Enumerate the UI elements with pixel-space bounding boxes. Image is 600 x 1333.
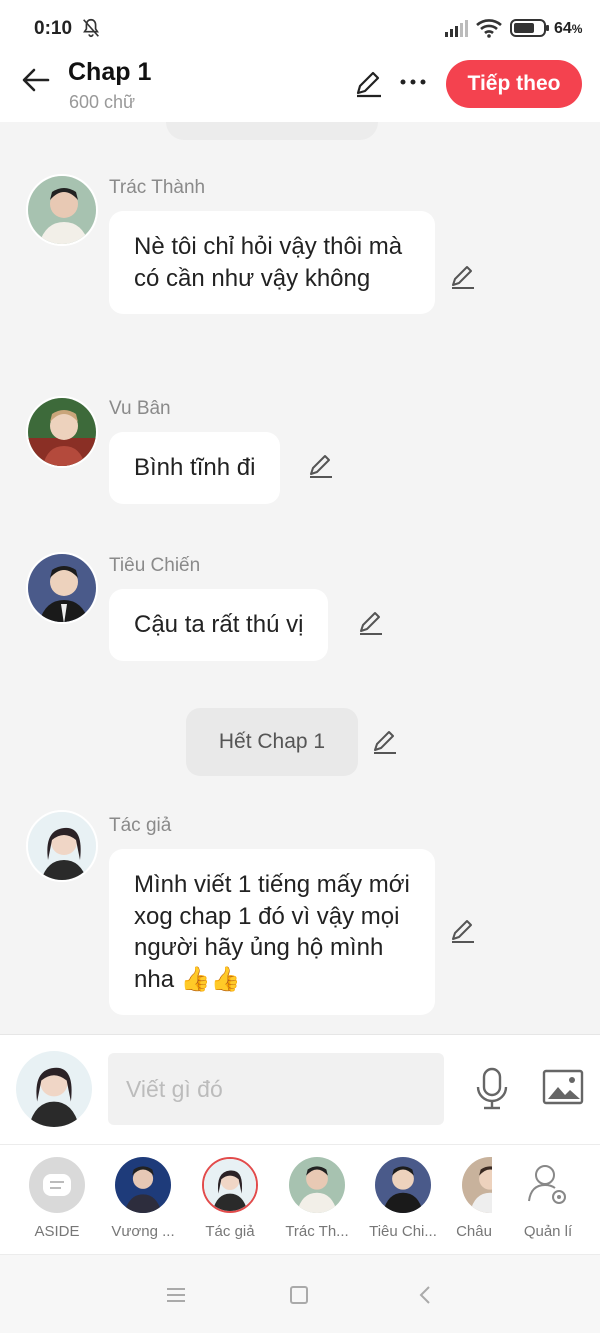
more-options-icon[interactable] — [398, 70, 428, 94]
character-manage[interactable]: Quản lí — [511, 1157, 585, 1240]
edit-message-icon[interactable] — [448, 262, 478, 292]
next-chapter-button[interactable]: Tiếp theo — [446, 60, 582, 108]
status-bar: 0:10 64% — [0, 0, 600, 56]
avatar — [202, 1157, 258, 1213]
character-chau[interactable]: Châu — [437, 1157, 511, 1240]
edit-message-icon[interactable] — [370, 727, 400, 757]
avatar — [115, 1157, 171, 1213]
character-label: ASIDE — [34, 1223, 80, 1240]
current-character-avatar[interactable] — [16, 1051, 92, 1127]
speaker-name: Tác giả — [109, 815, 172, 836]
bell-off-icon — [83, 18, 99, 38]
wifi-icon — [476, 19, 502, 38]
previous-message-stub — [166, 122, 378, 140]
nav-back-icon[interactable] — [418, 1285, 432, 1305]
signal-icon — [445, 20, 468, 37]
character-label: Quản lí — [523, 1223, 573, 1240]
character-author[interactable]: Tác giả — [193, 1157, 267, 1240]
chat-area: Trác Thành Nè tôi chỉ hỏi vậy thôi mà có… — [0, 122, 600, 1034]
back-arrow-icon[interactable] — [20, 64, 52, 96]
avatar[interactable] — [26, 396, 98, 468]
speaker-name: Trác Thành — [109, 177, 206, 198]
character-aside[interactable]: ASIDE — [20, 1157, 94, 1240]
word-count: 600 chữ — [69, 92, 136, 112]
character-label: Tiêu Chi... — [369, 1223, 437, 1240]
home-icon[interactable] — [290, 1286, 308, 1304]
aside-chat-icon — [29, 1157, 85, 1213]
battery-percent: 64% — [554, 20, 583, 37]
chapter-title: Chap 1 — [68, 58, 152, 86]
microphone-icon[interactable] — [474, 1067, 510, 1111]
header: Chap 1 600 chữ Tiếp theo — [0, 56, 600, 122]
message-bubble[interactable]: Bình tĩnh đi — [109, 432, 281, 504]
character-selector: ASIDE Vương ... Tác giả Trác Th... Tiêu … — [0, 1144, 600, 1254]
edit-message-icon[interactable] — [448, 916, 478, 946]
character-tieu-chien[interactable]: Tiêu Chi... — [366, 1157, 440, 1240]
avatar[interactable] — [26, 810, 98, 882]
message-bubble[interactable]: Mình viết 1 tiếng mấy mới xog chap 1 đó … — [109, 849, 435, 1015]
message-input[interactable] — [108, 1053, 444, 1125]
speaker-name: Tiêu Chiến — [109, 555, 201, 576]
system-nav-bar — [0, 1254, 600, 1333]
avatar — [289, 1157, 345, 1213]
recent-apps-icon[interactable] — [166, 1287, 186, 1303]
battery-icon — [510, 19, 549, 37]
edit-pen-icon[interactable] — [354, 68, 384, 98]
avatar — [462, 1157, 492, 1213]
system-message[interactable]: Hết Chap 1 — [186, 708, 358, 776]
status-time: 0:10 — [34, 18, 73, 39]
edit-message-icon[interactable] — [356, 608, 386, 638]
composer-bar — [0, 1034, 600, 1144]
avatar[interactable] — [26, 552, 98, 624]
image-icon[interactable] — [542, 1069, 584, 1105]
message-bubble[interactable]: Cậu ta rất thú vị — [109, 589, 329, 661]
character-label: Tác giả — [205, 1223, 255, 1240]
avatar — [375, 1157, 431, 1213]
edit-message-icon[interactable] — [306, 451, 336, 481]
speaker-name: Vu Bân — [109, 398, 171, 419]
message-bubble[interactable]: Nè tôi chỉ hỏi vậy thôi mà có cần như vậ… — [109, 211, 435, 314]
character-label: Trác Th... — [285, 1223, 349, 1240]
character-label: Châu — [456, 1223, 492, 1240]
manage-user-icon — [520, 1157, 576, 1213]
character-vuong[interactable]: Vương ... — [106, 1157, 180, 1240]
character-trac-thanh[interactable]: Trác Th... — [280, 1157, 354, 1240]
avatar[interactable] — [26, 174, 98, 246]
character-label: Vương ... — [111, 1223, 175, 1240]
